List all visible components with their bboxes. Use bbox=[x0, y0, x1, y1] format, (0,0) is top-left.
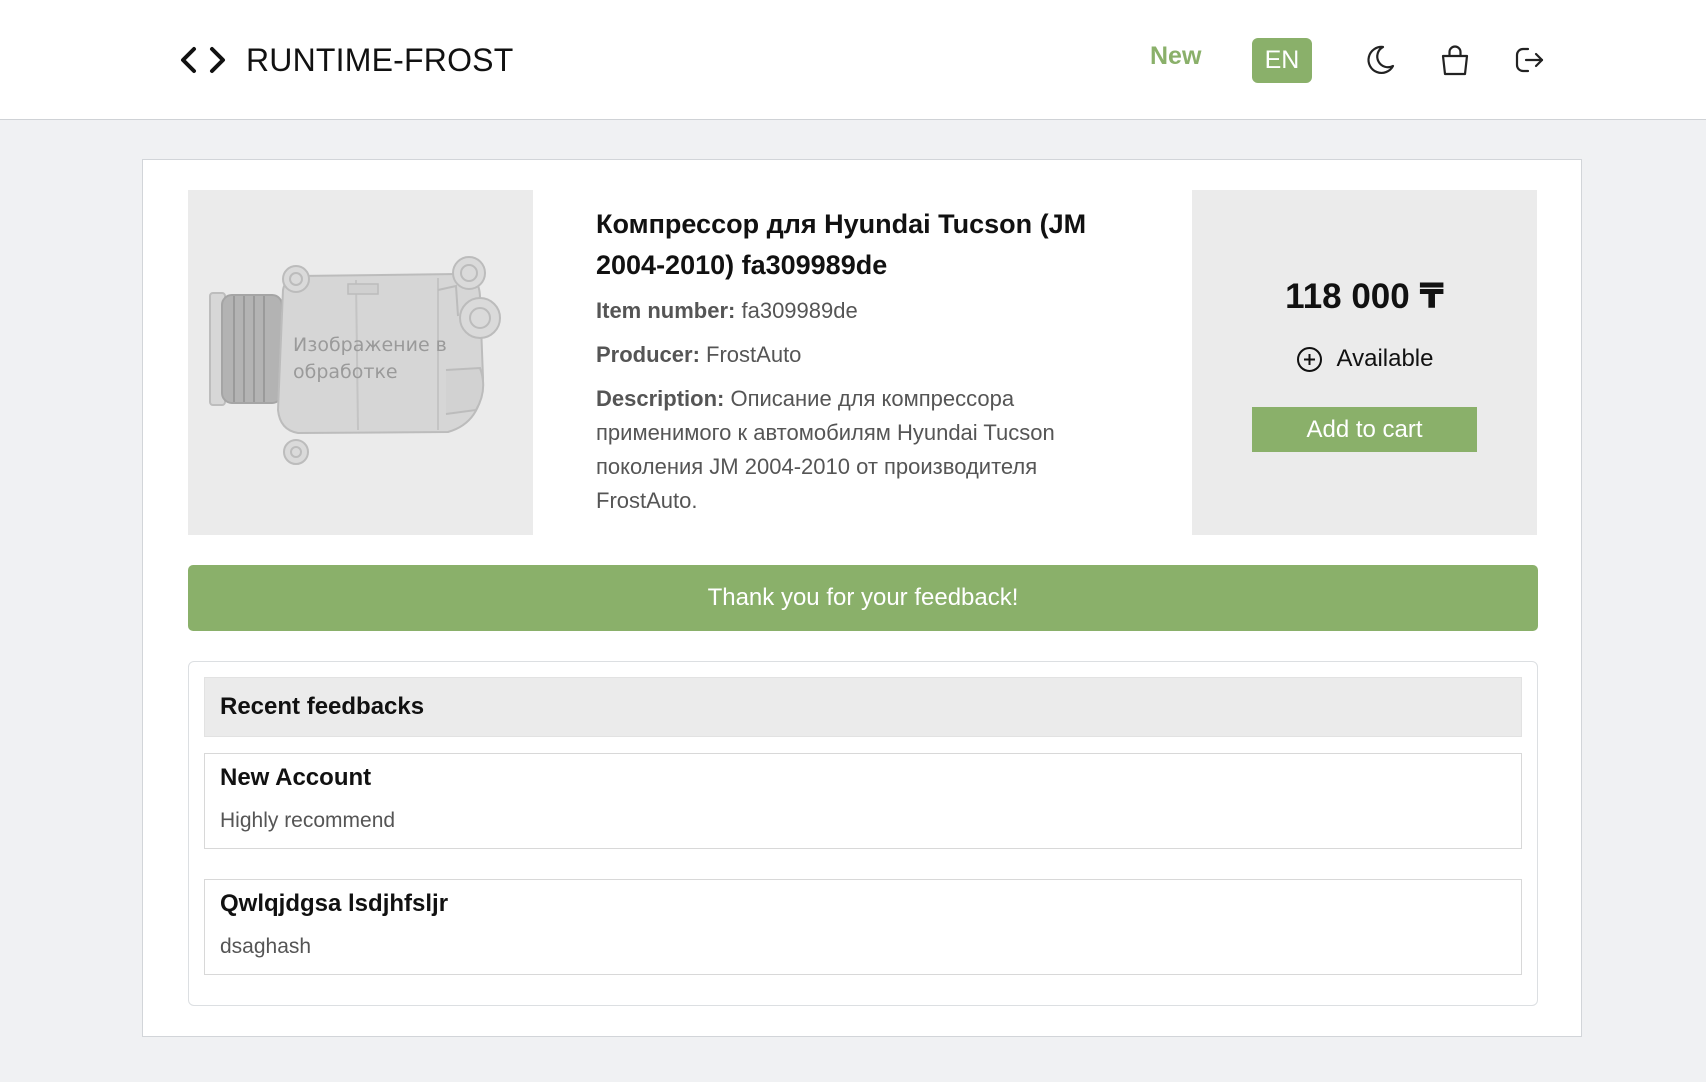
brand-name: RUNTIME-FROST bbox=[246, 41, 514, 78]
product-image-placeholder: Изображение в обработке bbox=[188, 190, 533, 535]
shopping-bag-icon[interactable] bbox=[1438, 43, 1472, 77]
availability-label: Available bbox=[1336, 345, 1434, 372]
item-number-value: fa309989de bbox=[741, 298, 858, 323]
logout-icon[interactable] bbox=[1513, 43, 1547, 77]
feedback-author: Qwlqjdgsa lsdjhfsljr bbox=[220, 890, 449, 917]
feedbacks-heading: Recent feedbacks bbox=[204, 677, 1522, 737]
feedback-text: dsaghash bbox=[220, 935, 312, 958]
feedback-text: Highly recommend bbox=[220, 809, 396, 832]
product-title: Компрессор для Hyundai Tucson (JM 2004-2… bbox=[596, 209, 1087, 280]
feedback-success-alert: Thank you for your feedback! bbox=[188, 565, 1538, 631]
producer-field: Producer: FrostAuto bbox=[596, 338, 1116, 372]
brand-logo-link[interactable]: RUNTIME-FROST bbox=[180, 38, 513, 82]
price-value: 118 000 ₸ bbox=[1285, 277, 1444, 316]
producer-value: FrostAuto bbox=[706, 342, 802, 367]
top-navbar: RUNTIME-FROST New EN bbox=[0, 0, 1706, 120]
description-field: Description: Описание для компрессора пр… bbox=[596, 382, 1116, 518]
product-card: Изображение в обработке Компрессор для H… bbox=[142, 159, 1582, 1037]
product-info: Компрессор для Hyundai Tucson (JM 2004-2… bbox=[596, 204, 1116, 518]
moon-icon[interactable] bbox=[1363, 43, 1397, 77]
feedback-item: Qwlqjdgsa lsdjhfsljr dsaghash bbox=[204, 879, 1522, 975]
purchase-panel: 118 000 ₸ Available Add to cart bbox=[1192, 190, 1537, 535]
availability-status: Available bbox=[1192, 345, 1537, 373]
plus-circle-icon bbox=[1296, 346, 1322, 372]
nav-link-new[interactable]: New bbox=[1150, 42, 1201, 71]
feedback-item: New Account Highly recommend bbox=[204, 753, 1522, 849]
feedbacks-section: Recent feedbacks New Account Highly reco… bbox=[188, 661, 1538, 1006]
add-to-cart-button[interactable]: Add to cart bbox=[1252, 407, 1477, 452]
image-placeholder-caption: Изображение в обработке bbox=[293, 334, 447, 383]
item-number-field: Item number: fa309989de bbox=[596, 294, 1116, 328]
code-brackets-icon bbox=[181, 47, 225, 73]
description-label: Description: bbox=[596, 386, 725, 411]
language-switch-button[interactable]: EN bbox=[1252, 38, 1312, 83]
item-number-label: Item number: bbox=[596, 298, 736, 323]
producer-label: Producer: bbox=[596, 342, 700, 367]
feedback-author: New Account bbox=[220, 764, 372, 791]
